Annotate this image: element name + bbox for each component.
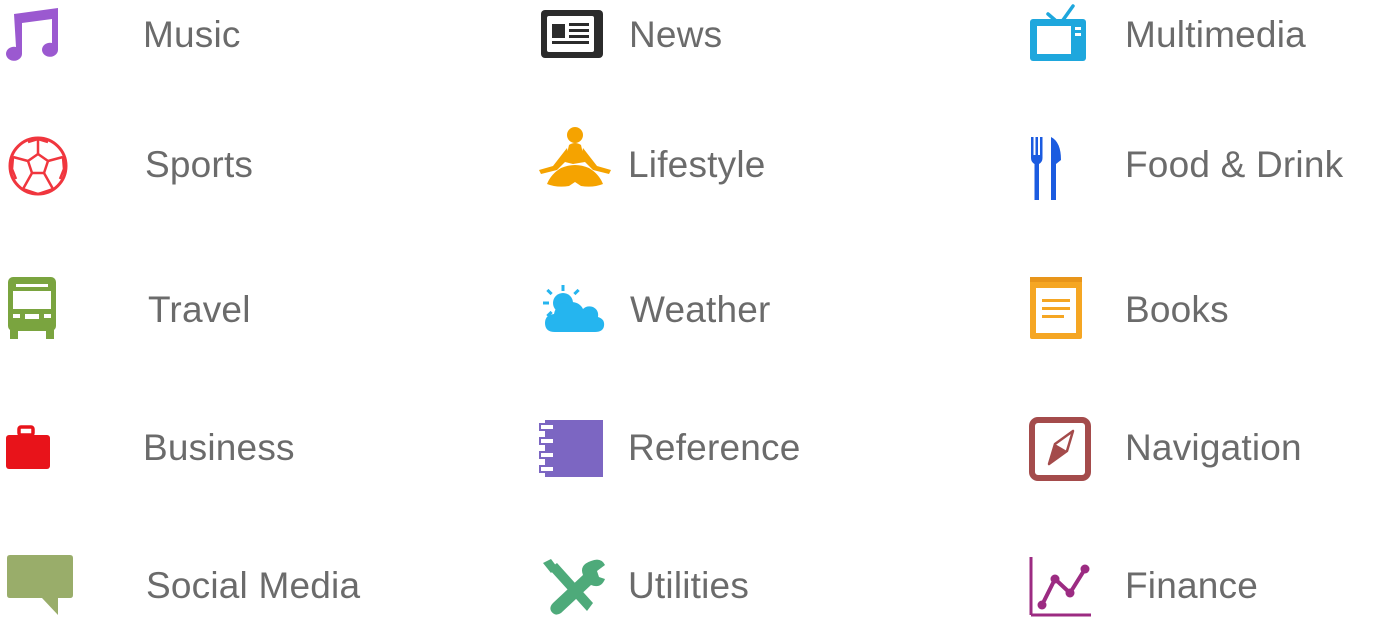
category-label: Lifestyle [628, 144, 766, 185]
category-navigation[interactable]: Navigation [1025, 413, 1355, 483]
category-grid: Music News Multimedia Sports Lifestyle F… [0, 0, 1373, 621]
category-reference[interactable]: Reference [535, 413, 835, 483]
line-graph-icon [1025, 551, 1105, 621]
category-label: Food & Drink [1125, 144, 1344, 185]
fork-knife-icon [1025, 130, 1105, 200]
speech-bubble-icon [0, 551, 80, 621]
category-finance[interactable]: Finance [1025, 551, 1325, 621]
yoga-figure-icon [535, 127, 615, 200]
category-food-drink[interactable]: Food & Drink [1025, 130, 1373, 200]
category-label: Multimedia [1125, 14, 1306, 55]
category-label: Books [1125, 289, 1229, 330]
category-business[interactable]: Business [0, 413, 320, 483]
category-label: Weather [630, 289, 771, 330]
category-social-media[interactable]: Social Media [0, 551, 380, 621]
soccer-ball-icon [0, 130, 80, 200]
category-multimedia[interactable]: Multimedia [1025, 0, 1365, 70]
notebook-icon [1025, 275, 1105, 345]
wrench-screwdriver-icon [535, 551, 615, 621]
category-label: Utilities [628, 565, 750, 606]
category-utilities[interactable]: Utilities [535, 551, 835, 621]
category-label: Social Media [146, 565, 361, 606]
category-label: News [629, 14, 723, 55]
category-label: Music [143, 14, 241, 55]
category-sports[interactable]: Sports [0, 130, 300, 200]
category-weather[interactable]: Weather [535, 275, 835, 345]
category-label: Business [143, 427, 295, 468]
spiral-notebook-icon [535, 413, 615, 483]
category-label: Travel [148, 289, 251, 330]
bus-icon [0, 275, 80, 345]
category-label: Sports [145, 144, 254, 185]
sun-cloud-icon [535, 275, 615, 345]
compass-icon [1025, 413, 1105, 483]
category-music[interactable]: Music [0, 0, 300, 70]
category-news[interactable]: News [535, 0, 835, 70]
category-lifestyle[interactable]: Lifestyle [535, 127, 835, 200]
category-books[interactable]: Books [1025, 275, 1325, 345]
music-note-icon [0, 0, 80, 70]
category-label: Navigation [1125, 427, 1302, 468]
category-travel[interactable]: Travel [0, 275, 300, 345]
newspaper-icon [535, 0, 615, 70]
briefcase-icon [0, 413, 80, 483]
category-label: Reference [628, 427, 801, 468]
category-label: Finance [1125, 565, 1259, 606]
television-icon [1025, 0, 1105, 70]
